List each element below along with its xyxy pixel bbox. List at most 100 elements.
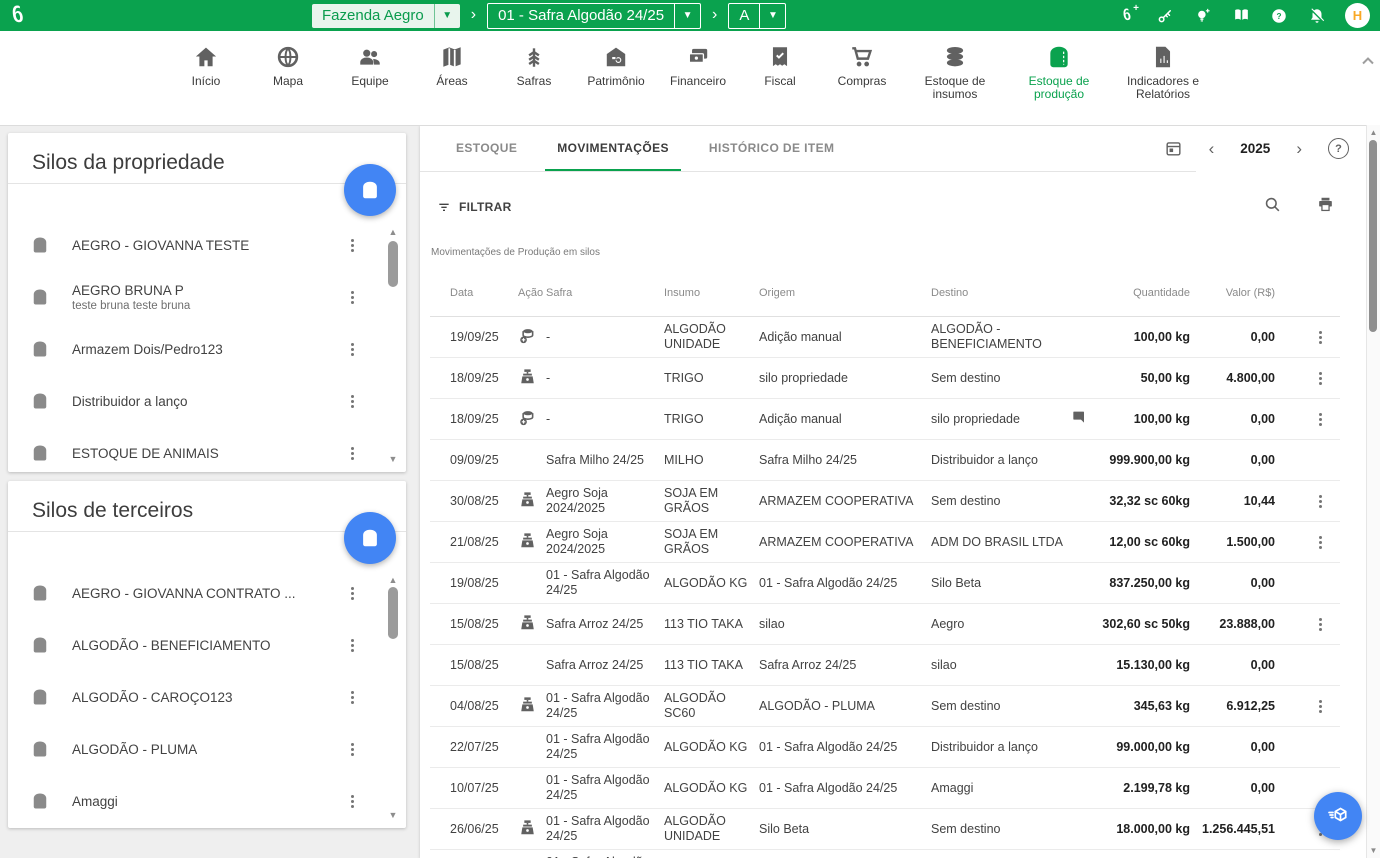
silo-icon — [30, 687, 50, 707]
nav-fiscal[interactable]: Fiscal — [743, 44, 817, 88]
silo-icon — [30, 235, 50, 255]
nav-patrimonio[interactable]: Patrimônio — [579, 44, 653, 88]
item-menu-button[interactable] — [347, 583, 358, 604]
silo-list-item[interactable]: Distribuidor a lanço — [8, 375, 364, 427]
silo-list-item[interactable]: Armazem Dois/Pedro123 — [8, 323, 364, 375]
cell-quantidade: 50,00 kg — [1101, 366, 1198, 391]
silo-list-item[interactable]: AEGRO BRUNA P teste bruna teste bruna — [8, 271, 364, 323]
cell-quantidade: 302,60 sc 50kg — [1101, 612, 1198, 637]
cell-origem: ARMAZEM COOPERATIVA — [759, 489, 931, 514]
table-row[interactable]: 19/09/25 - ALGODÃO UNIDADE Adição manual… — [430, 317, 1340, 358]
table-row[interactable]: 18/09/25 - TRIGO silo propriedade Sem de… — [430, 358, 1340, 399]
item-menu-button[interactable] — [347, 391, 358, 412]
row-menu-button[interactable] — [1315, 327, 1326, 348]
filter-button[interactable]: FILTRAR — [436, 199, 512, 215]
table-row[interactable]: 01 - Safra Algodão 24/25 ALGODÃO 01 - Sa… — [430, 850, 1340, 858]
notifications-off-icon[interactable] — [1307, 6, 1327, 26]
item-menu-button[interactable] — [347, 443, 358, 464]
table-row[interactable]: 09/09/25 Safra Milho 24/25 MILHO Safra M… — [430, 440, 1340, 481]
nav-safras[interactable]: Safras — [497, 44, 571, 88]
scroll-up-icon[interactable]: ▲ — [1367, 128, 1380, 137]
scrollbar-thumb[interactable] — [388, 587, 398, 639]
nav-estoque-insumos[interactable]: Estoque de insumos — [907, 44, 1003, 101]
scroll-up-icon[interactable]: ▲ — [385, 575, 401, 585]
silo-list-item[interactable]: ALGODÃO - BENEFICIAMENTO — [8, 619, 364, 671]
table-row[interactable]: 18/09/25 - TRIGO Adição manual silo prop… — [430, 399, 1340, 440]
silo-list-item[interactable]: AEGRO - GIOVANNA TESTE — [8, 219, 364, 271]
aegro-logo-icon[interactable]: ∂ — [12, 1, 23, 28]
comment-flag-icon[interactable] — [1071, 414, 1087, 428]
subdivision-select[interactable]: A ▼ — [728, 3, 786, 29]
item-menu-button[interactable] — [347, 635, 358, 656]
silo-list-item[interactable]: ALGODÃO - PLUMA — [8, 723, 364, 775]
nav-financeiro[interactable]: Financeiro — [661, 44, 735, 88]
row-menu-button[interactable] — [1315, 696, 1326, 717]
scroll-down-icon[interactable]: ▼ — [1367, 846, 1380, 855]
property-silos-list: AEGRO - GIOVANNA TESTE AEGRO BRUNA P tes… — [8, 219, 364, 468]
previous-year-button[interactable]: ‹ — [1207, 140, 1217, 157]
scroll-down-icon[interactable]: ▼ — [385, 810, 401, 820]
help-icon[interactable]: ? — [1328, 138, 1349, 159]
next-year-button[interactable]: › — [1294, 140, 1304, 157]
help-icon[interactable]: ? — [1269, 6, 1289, 26]
nav-equipe[interactable]: Equipe — [333, 44, 407, 88]
table-row[interactable]: 26/06/25 01 - Safra Algodão 24/25 ALGODÃ… — [430, 809, 1340, 850]
item-menu-button[interactable] — [347, 287, 358, 308]
table-row[interactable]: 15/08/25 Safra Arroz 24/25 113 TIO TAKA … — [430, 645, 1340, 686]
calendar-icon[interactable] — [1164, 139, 1183, 158]
book-icon[interactable] — [1231, 6, 1251, 26]
list-scrollbar[interactable]: ▲ ▼ — [385, 227, 401, 464]
silo-list-item[interactable]: ALGODÃO - CAROÇO123 — [8, 671, 364, 723]
key-icon[interactable] — [1155, 6, 1175, 26]
barn-tractor-icon — [603, 44, 629, 70]
silo-list-item[interactable]: AEGRO - GIOVANNA CONTRATO ... — [8, 567, 364, 619]
item-menu-button[interactable] — [347, 739, 358, 760]
page-scrollbar[interactable]: ▲ ▼ — [1366, 125, 1380, 858]
table-row[interactable]: 10/07/25 01 - Safra Algodão 24/25 ALGODÃ… — [430, 768, 1340, 809]
season-select[interactable]: 01 - Safra Algodão 24/25 ▼ — [487, 3, 701, 29]
cell-safra: 01 - Safra Algodão 24/25 — [546, 768, 664, 808]
scroll-up-icon[interactable]: ▲ — [385, 227, 401, 237]
scrollbar-thumb[interactable] — [388, 241, 398, 287]
item-menu-button[interactable] — [347, 339, 358, 360]
add-third-party-silo-button[interactable] — [344, 512, 396, 564]
table-row[interactable]: 15/08/25 Safra Arroz 24/25 113 TIO TAKA … — [430, 604, 1340, 645]
add-property-silo-button[interactable] — [344, 164, 396, 216]
lightbulb-plus-icon[interactable] — [1193, 6, 1213, 26]
table-row[interactable]: 30/08/25 Aegro Soja 2024/2025 SOJA EM GR… — [430, 481, 1340, 522]
row-menu-button[interactable] — [1315, 491, 1326, 512]
farm-select[interactable]: Fazenda Aegro ▼ — [312, 4, 460, 28]
row-menu-button[interactable] — [1315, 532, 1326, 553]
row-menu-button[interactable] — [1315, 368, 1326, 389]
move-production-button[interactable] — [1314, 792, 1362, 840]
nav-mapa[interactable]: Mapa — [251, 44, 325, 88]
table-row[interactable]: 19/08/25 01 - Safra Algodão 24/25 ALGODÃ… — [430, 563, 1340, 604]
silo-list-item[interactable]: ESTOQUE DE ANIMAIS — [8, 427, 364, 468]
scroll-up-icon[interactable] — [1361, 53, 1375, 71]
item-menu-button[interactable] — [347, 687, 358, 708]
table-row[interactable]: 22/07/25 01 - Safra Algodão 24/25 ALGODÃ… — [430, 727, 1340, 768]
scroll-down-icon[interactable]: ▼ — [385, 454, 401, 464]
nav-inicio[interactable]: Início — [169, 44, 243, 88]
nav-compras[interactable]: Compras — [825, 44, 899, 88]
row-menu-button[interactable] — [1315, 614, 1326, 635]
row-menu-button[interactable] — [1315, 409, 1326, 430]
nav-indicadores[interactable]: Indicadores e Relatórios — [1115, 44, 1211, 101]
print-icon[interactable] — [1316, 195, 1335, 214]
nav-estoque-producao[interactable]: Estoque de produção — [1011, 44, 1107, 101]
item-menu-button[interactable] — [347, 791, 358, 812]
nav-label: Início — [192, 75, 221, 88]
list-scrollbar[interactable]: ▲ ▼ — [385, 575, 401, 820]
nav-areas[interactable]: Áreas — [415, 44, 489, 88]
table-row[interactable]: 04/08/25 01 - Safra Algodão 24/25 ALGODÃ… — [430, 686, 1340, 727]
scrollbar-thumb[interactable] — [1369, 140, 1377, 332]
cell-insumo: 113 TIO TAKA — [664, 653, 759, 678]
search-icon[interactable] — [1263, 195, 1282, 214]
silo-list-item[interactable]: Amaggi — [8, 775, 364, 824]
cell-date: 10/07/25 — [430, 776, 518, 801]
table-row[interactable]: 21/08/25 Aegro Soja 2024/2025 SOJA EM GR… — [430, 522, 1340, 563]
add-account-icon[interactable]: ∂+ — [1117, 6, 1137, 26]
avatar[interactable]: H — [1345, 3, 1370, 28]
item-menu-button[interactable] — [347, 235, 358, 256]
section-title: Silos da propriedade — [32, 151, 225, 175]
